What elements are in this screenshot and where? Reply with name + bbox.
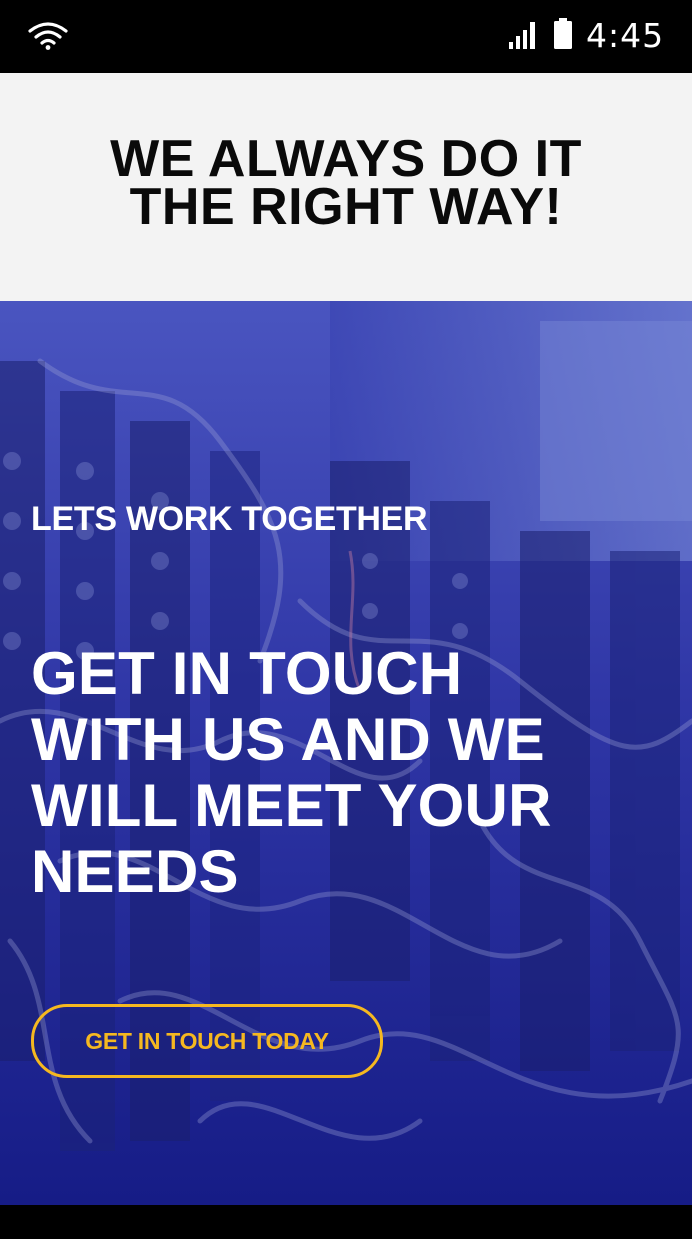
signal-icon [509,22,535,49]
hero-section: LETS WORK TOGETHER GET IN TOUCH WITH US … [0,301,692,1205]
battery-icon [554,18,572,49]
hero-title-line: WITH US AND WE [31,706,545,773]
hero-title-line: NEEDS [31,838,239,905]
page-headline: WE ALWAYS DO IT THE RIGHT WAY! [0,133,692,233]
hero-title-line: GET IN TOUCH [31,640,463,707]
status-time: 4:45 [586,16,665,55]
headline-line-2: THE RIGHT WAY! [129,178,563,236]
headline-section: WE ALWAYS DO IT THE RIGHT WAY! [0,73,692,301]
hero-title: GET IN TOUCH WITH US AND WE WILL MEET YO… [31,641,651,905]
hero-eyebrow: LETS WORK TOGETHER [31,500,428,538]
wifi-icon [28,22,68,50]
get-in-touch-button[interactable]: GET IN TOUCH TODAY [31,1004,383,1078]
hero-title-line: WILL MEET YOUR [31,772,552,839]
system-nav-bar [0,1205,692,1239]
status-bar: 4:45 [0,0,692,73]
